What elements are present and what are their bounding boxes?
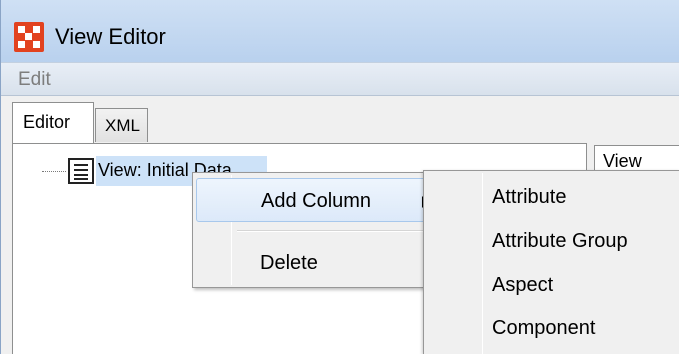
tree-connector	[42, 171, 66, 172]
add-column-submenu: Attribute Attribute Group Aspect Compone…	[423, 170, 679, 354]
title-bar[interactable]: View Editor	[1, 0, 679, 62]
view-editor-window: View Editor Edit Editor XML View: Initia…	[0, 0, 679, 354]
document-list-icon	[68, 158, 94, 184]
menu-item-label: Add Column	[261, 190, 372, 212]
submenu-gutter	[482, 173, 483, 354]
menu-item-delete[interactable]: Delete	[196, 241, 428, 285]
tab-editor[interactable]: Editor	[12, 102, 94, 144]
context-menu: Add Column Delete	[192, 172, 432, 288]
menu-item-add-column[interactable]: Add Column	[196, 178, 428, 222]
menu-bar: Edit	[1, 62, 679, 96]
menu-separator	[237, 230, 427, 232]
tab-strip: Editor XML	[1, 97, 679, 144]
submenu-item-component[interactable]: Component	[492, 309, 677, 349]
window-title: View Editor	[55, 24, 166, 49]
tab-xml[interactable]: XML	[95, 108, 148, 142]
submenu-item-attribute-group[interactable]: Attribute Group	[492, 222, 677, 262]
app-logo-icon	[14, 22, 44, 52]
menu-edit[interactable]: Edit	[18, 69, 51, 91]
menu-item-label: Delete	[260, 252, 318, 274]
submenu-item-aspect[interactable]: Aspect	[492, 266, 677, 306]
submenu-item-attribute[interactable]: Attribute	[492, 178, 677, 218]
